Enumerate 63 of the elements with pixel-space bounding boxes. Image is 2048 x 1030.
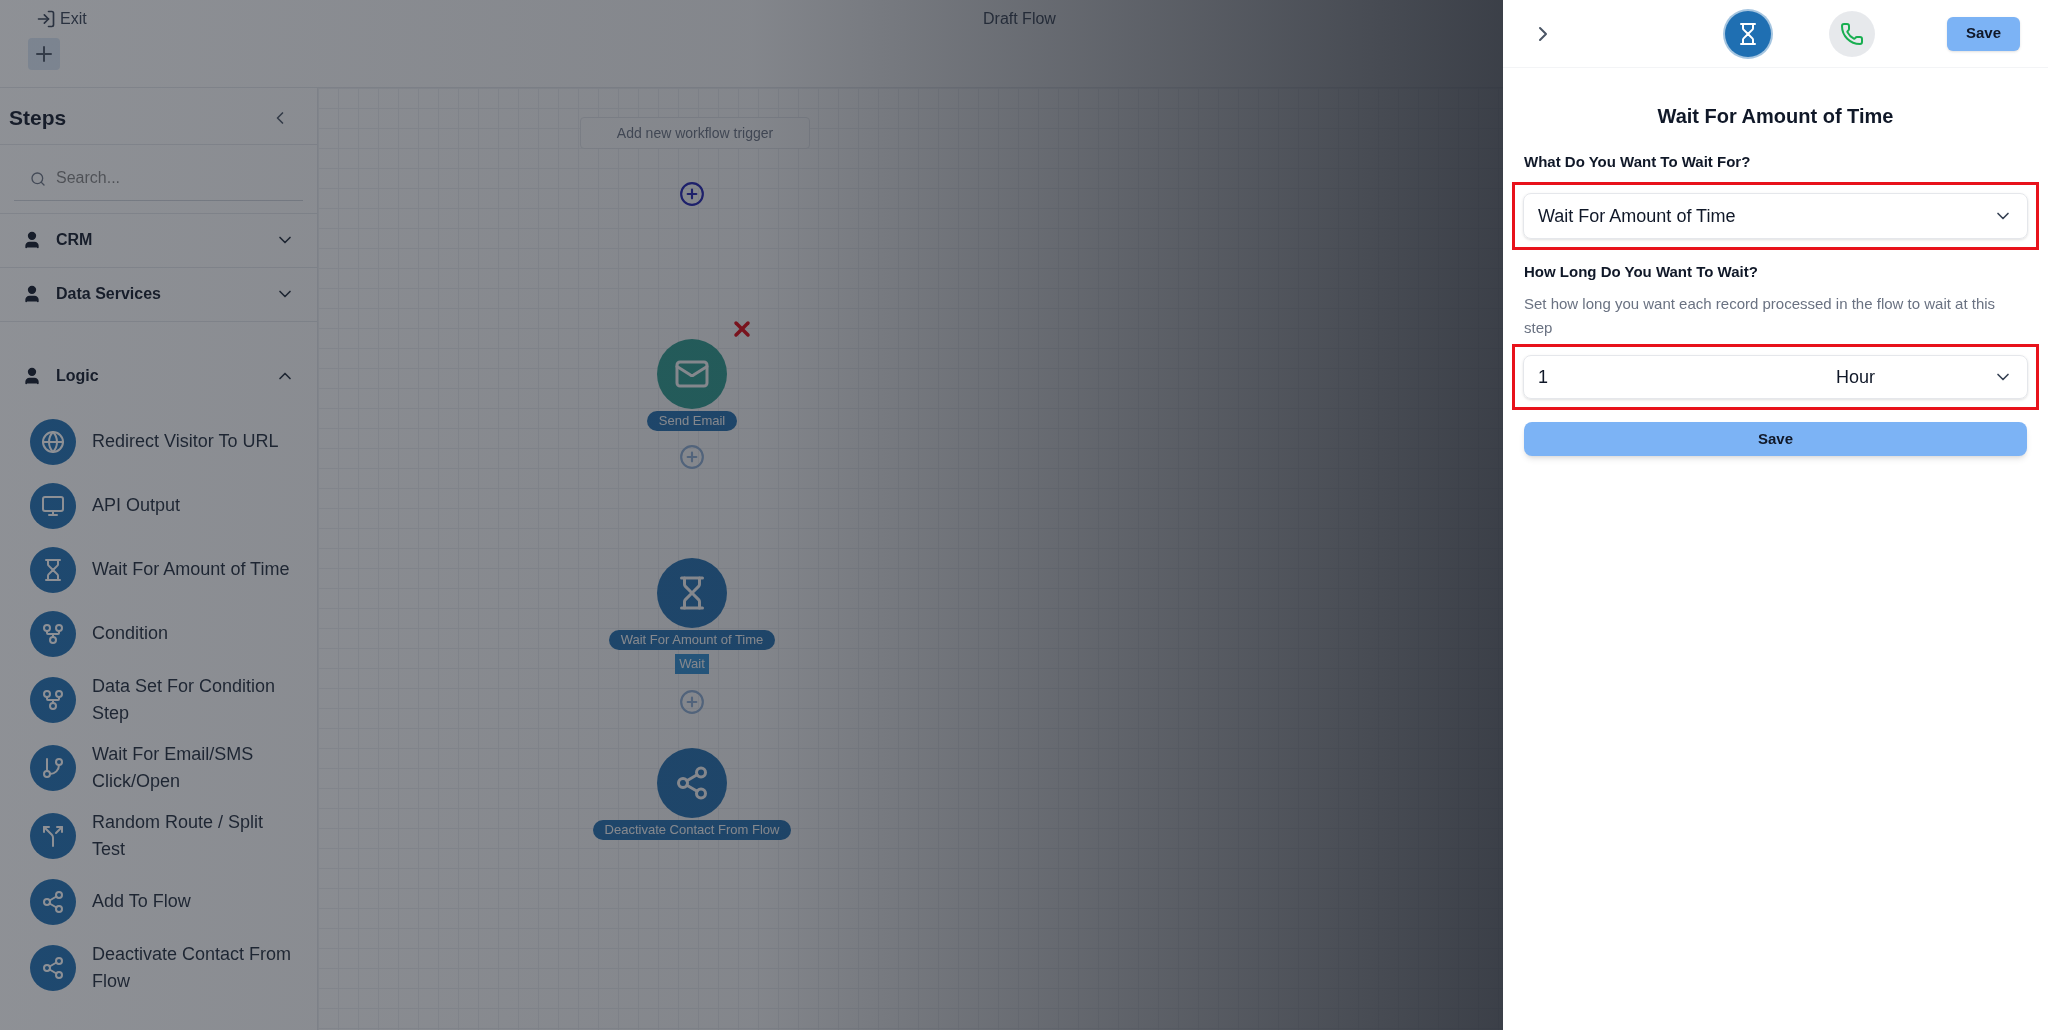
step-item[interactable]: Deactivate Contact From Flow	[30, 940, 297, 995]
panel-title: Wait For Amount of Time	[1656, 104, 1895, 129]
step-node-label[interactable]: Wait For Amount of Time	[608, 630, 776, 650]
step-item[interactable]: Redirect Visitor To URL	[30, 416, 297, 467]
save-button[interactable]: Save	[1947, 16, 2020, 51]
flow-title: Draft Flow	[983, 9, 1056, 29]
hourglass-icon	[30, 546, 76, 593]
search-field[interactable]: Search...	[14, 156, 303, 201]
step-label: Redirect Visitor To URL	[92, 430, 280, 453]
step-item[interactable]: Wait For Email/SMS Click/Open	[30, 740, 297, 795]
share-icon[interactable]	[657, 748, 727, 818]
unit-select[interactable]: Hour	[1658, 363, 2013, 391]
search-icon	[30, 170, 46, 187]
field-label: What Do You Want To Wait For?	[1524, 153, 1751, 170]
step-node-label[interactable]: Deactivate Contact From Flow	[592, 820, 792, 840]
step-node-label[interactable]: Send Email	[646, 411, 738, 431]
step-item[interactable]: Condition	[30, 608, 297, 659]
phone-icon	[1840, 21, 1864, 46]
branch-icon	[30, 610, 76, 657]
category-header[interactable]: CRM	[0, 213, 317, 268]
step-item[interactable]: API Output	[30, 480, 297, 531]
category-label: CRM	[56, 230, 94, 250]
category-label: Logic	[56, 365, 100, 386]
branch-icon	[30, 744, 76, 791]
step-label: Wait For Email/SMS Click/Open	[92, 742, 255, 793]
person-icon	[22, 284, 42, 304]
add-step-icon[interactable]	[679, 181, 705, 207]
amount-field[interactable]: 1	[1538, 363, 1658, 391]
wait-type-select[interactable]: Wait For Amount of Time	[1523, 193, 2028, 239]
trigger-placeholder[interactable]: Add new workflow trigger	[580, 117, 810, 149]
category-label: Data Services	[56, 284, 162, 304]
field-description: Set how long you want each record processed in the flow to wait at this step	[1523, 294, 1997, 338]
step-label: Deactivate Contact From Flow	[92, 942, 292, 993]
submit-button[interactable]: Save	[1524, 422, 2027, 456]
step-label: Condition	[92, 622, 170, 645]
category-header[interactable]: Data Services	[0, 267, 317, 322]
phone-tab[interactable]	[1829, 10, 1875, 57]
step-label: Random Route / Split Test	[92, 810, 265, 861]
step-label: Data Set For Condition Step	[92, 674, 277, 725]
sidebar-title: Steps	[9, 105, 67, 131]
hourglass-tab[interactable]	[1725, 10, 1771, 57]
step-item[interactable]: Random Route / Split Test	[30, 808, 297, 863]
field-label: How Long Do You Want To Wait?	[1524, 263, 1758, 280]
step-item[interactable]: Data Set For Condition Step	[30, 672, 297, 727]
add-step-icon[interactable]	[679, 689, 705, 715]
category-header[interactable]: Logic	[0, 348, 317, 403]
step-label: Wait For Amount of Time	[92, 558, 291, 581]
exit-icon	[36, 9, 56, 29]
add-step-icon[interactable]	[679, 444, 705, 470]
share-icon	[30, 944, 76, 991]
share-icon	[30, 878, 76, 925]
person-icon	[22, 365, 42, 386]
branch-icon	[30, 676, 76, 723]
monitor-icon	[30, 482, 76, 529]
person-icon	[22, 230, 42, 250]
step-item[interactable]: Wait For Amount of Time	[30, 544, 297, 595]
step-label: Add To Flow	[92, 890, 192, 913]
wait-tag: Wait	[675, 654, 709, 674]
exit-link[interactable]: Exit	[36, 7, 87, 31]
globe-icon	[30, 418, 76, 465]
step-item[interactable]: Add To Flow	[30, 876, 297, 927]
step-label: API Output	[92, 494, 182, 517]
add-button[interactable]	[28, 38, 60, 70]
